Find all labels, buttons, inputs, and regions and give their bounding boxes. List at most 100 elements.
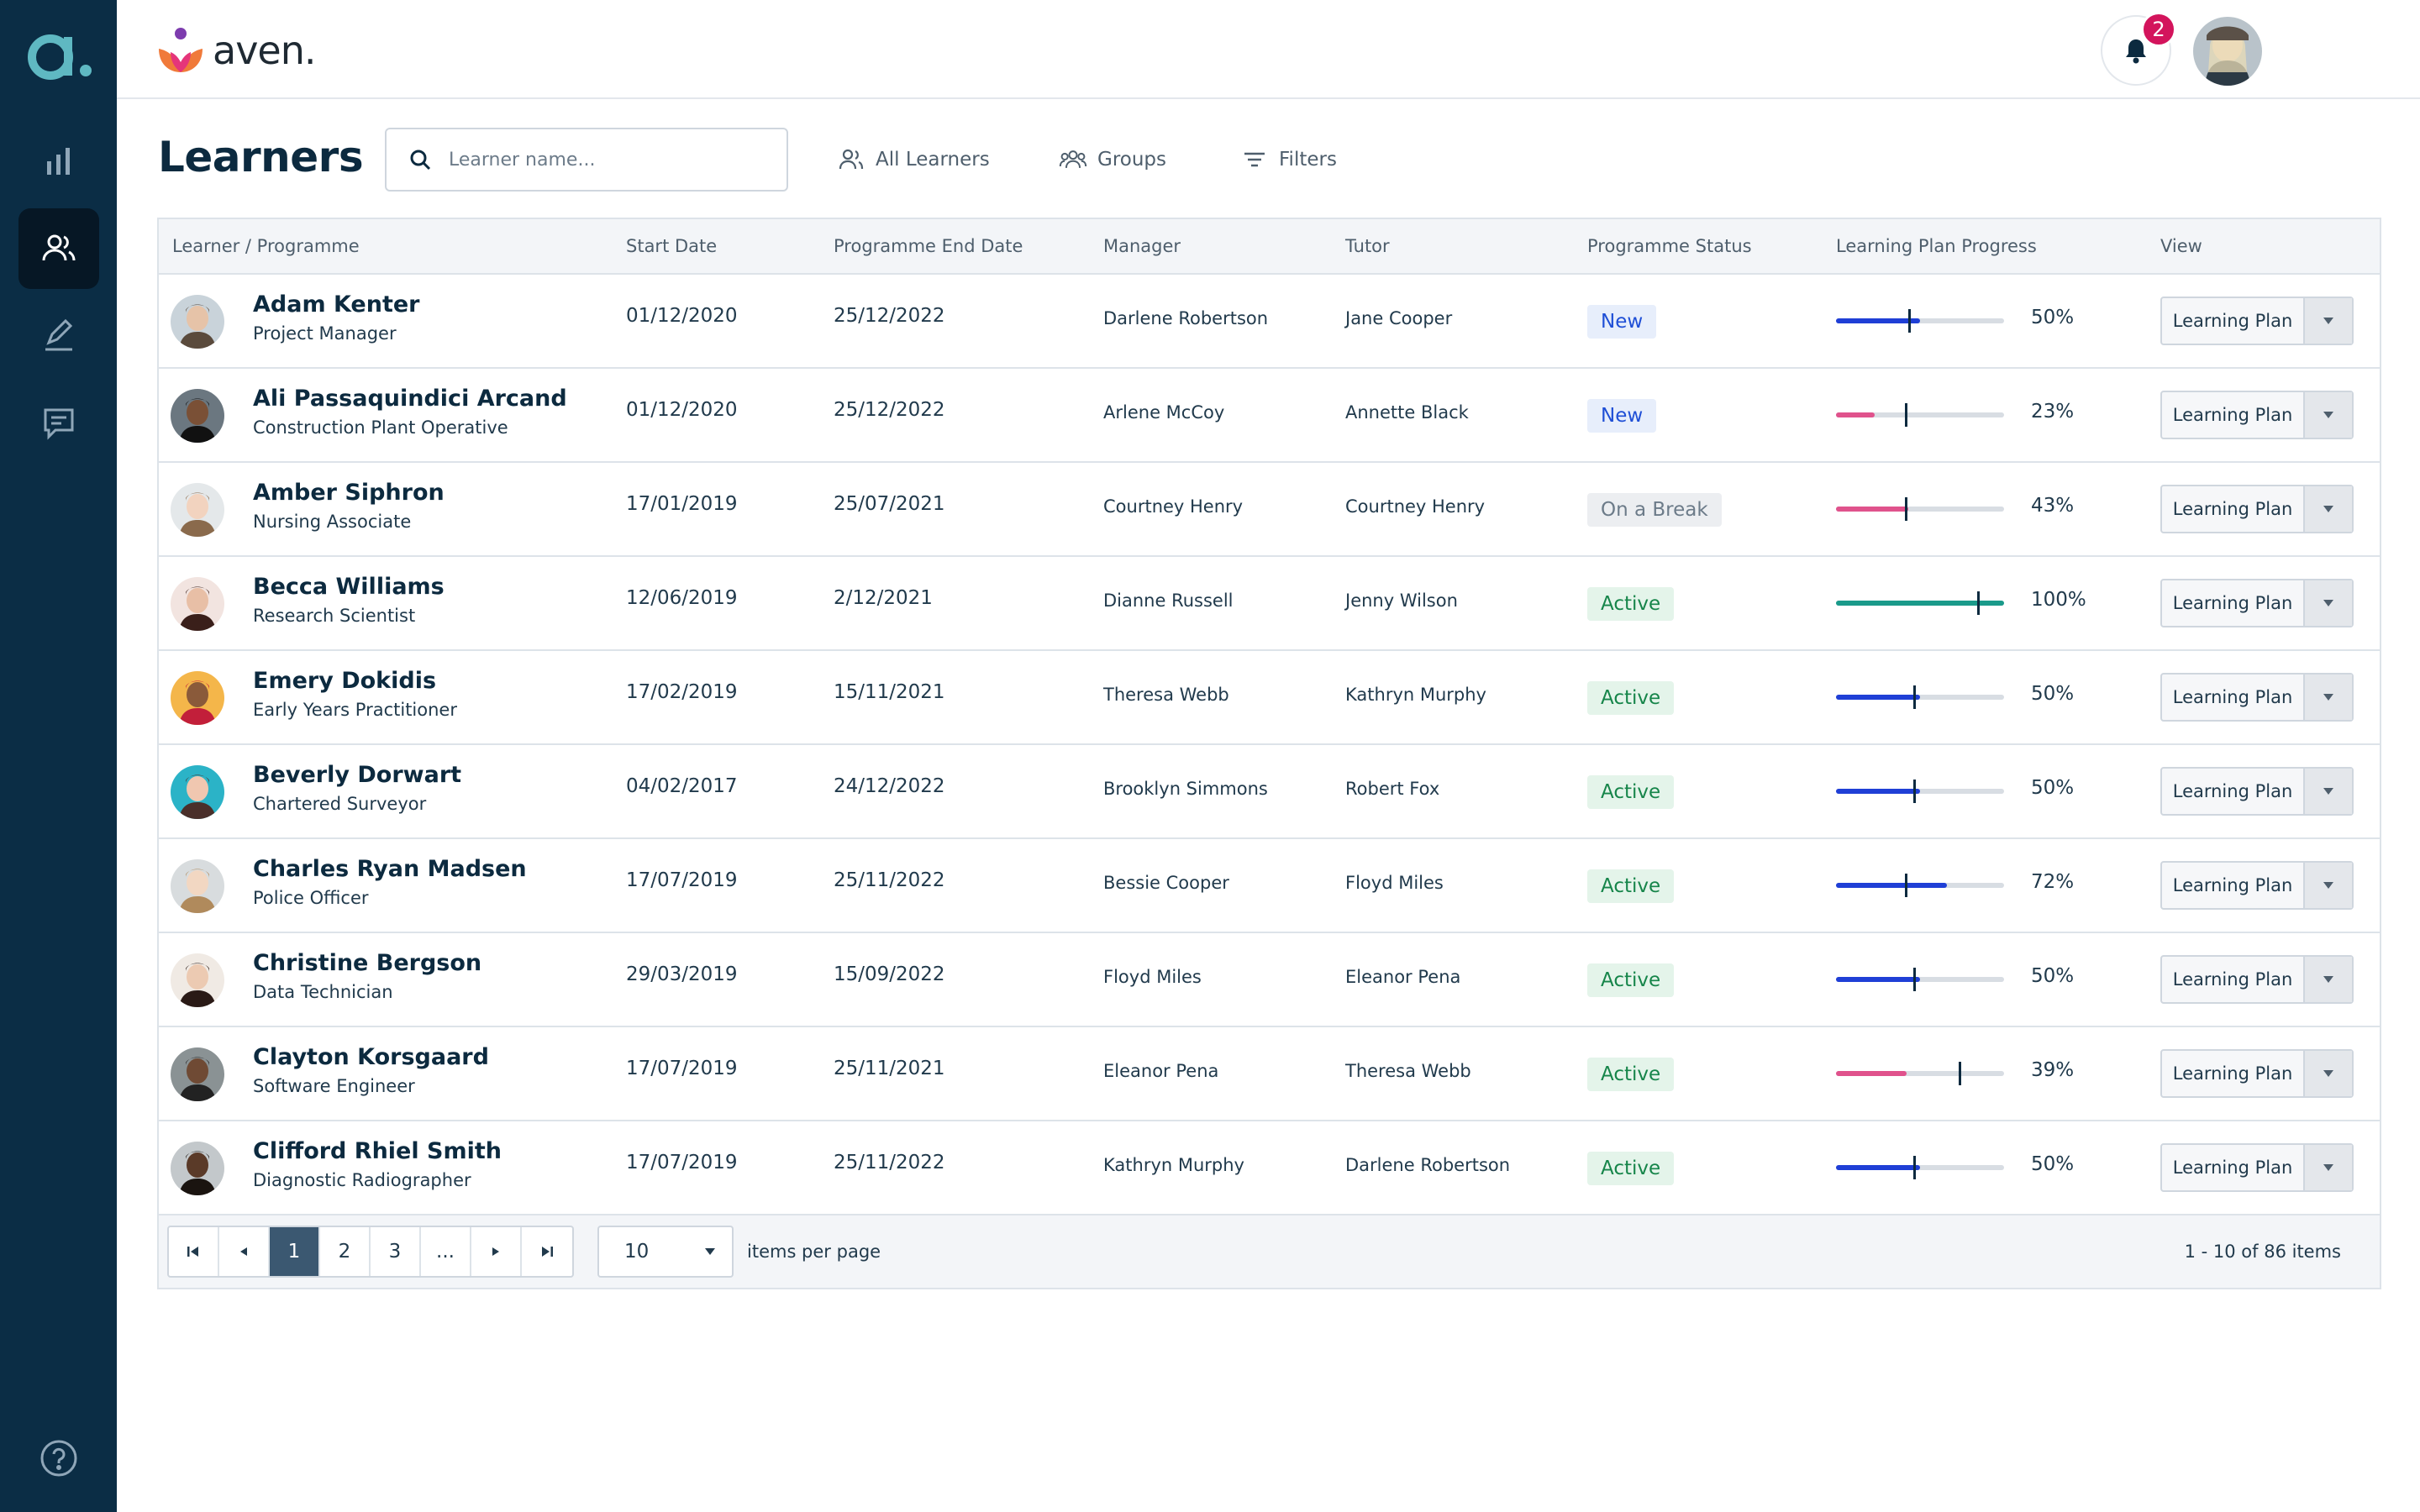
more-pages-button[interactable]: ... — [421, 1227, 471, 1276]
table-row[interactable]: Amber Siphron Nursing Associate 17/01/2019… — [159, 463, 2380, 557]
learner-avatar[interactable] — [171, 483, 224, 537]
end-date: 15/11/2021 — [834, 681, 945, 703]
learner-name[interactable]: Charles Ryan Madsen — [253, 856, 527, 882]
items-per-page-select[interactable]: 10 — [597, 1226, 734, 1278]
brand[interactable]: aven. — [155, 25, 316, 76]
table-row[interactable]: Charles Ryan Madsen Police Officer 17/07/2… — [159, 839, 2380, 933]
table-row[interactable]: Emery Dokidis Early Years Practitioner 17/… — [159, 651, 2380, 745]
table-row[interactable]: Adam Kenter Project Manager 01/12/2020 25/1… — [159, 275, 2380, 369]
groups-button[interactable]: Groups — [1059, 141, 1166, 178]
view-learning-plan-button[interactable]: Learning Plan — [2160, 485, 2354, 533]
learner-photo — [171, 483, 224, 537]
learner-name[interactable]: Emery Dokidis — [253, 668, 436, 694]
view-learning-plan-button[interactable]: Learning Plan — [2160, 391, 2354, 439]
table-row[interactable]: Beverly Dorwart Chartered Surveyor 04/02/2… — [159, 745, 2380, 839]
prev-page-button[interactable] — [219, 1227, 270, 1276]
chevron-down-icon — [705, 1248, 715, 1255]
view-learning-plan-button[interactable]: Learning Plan — [2160, 861, 2354, 910]
user-avatar[interactable] — [2193, 17, 2262, 86]
view-dropdown-toggle[interactable] — [2303, 298, 2352, 344]
filter-icon — [1244, 152, 1265, 167]
app-logo-icon[interactable] — [25, 24, 94, 82]
learner-name[interactable]: Ali Passaquindici Arcand — [253, 386, 567, 412]
learner-name[interactable]: Beverly Dorwart — [253, 762, 461, 788]
learner-name[interactable]: Adam Kenter — [253, 291, 420, 318]
table-row[interactable]: Ali Passaquindici Arcand Construction Pla… — [159, 369, 2380, 463]
page-3-button[interactable]: 3 — [371, 1227, 421, 1276]
manager-name: Courtney Henry — [1103, 496, 1244, 517]
col-tutor[interactable]: Tutor — [1345, 236, 1390, 256]
learner-name[interactable]: Christine Bergson — [253, 950, 481, 976]
nav-assessments[interactable] — [18, 296, 99, 376]
learner-avatar[interactable] — [171, 953, 224, 1007]
progress-fill — [1836, 1165, 1920, 1170]
view-learning-plan-button[interactable]: Learning Plan — [2160, 955, 2354, 1004]
col-start-date[interactable]: Start Date — [626, 236, 717, 256]
col-status[interactable]: Programme Status — [1587, 236, 1752, 256]
end-date: 25/11/2022 — [834, 1152, 945, 1173]
progress-target-marker — [1959, 1062, 1961, 1085]
learner-photo — [171, 295, 224, 349]
tutor-name: Theresa Webb — [1345, 1061, 1471, 1081]
view-learning-plan-button[interactable]: Learning Plan — [2160, 579, 2354, 627]
tutor-name: Floyd Miles — [1345, 873, 1444, 893]
learner-search-input[interactable] — [449, 149, 768, 171]
nav-dashboard[interactable] — [18, 121, 99, 202]
learner-avatar[interactable] — [171, 1047, 224, 1101]
first-page-button[interactable] — [169, 1227, 219, 1276]
col-progress[interactable]: Learning Plan Progress — [1836, 236, 2037, 256]
next-page-button[interactable] — [471, 1227, 522, 1276]
view-learning-plan-button[interactable]: Learning Plan — [2160, 767, 2354, 816]
last-page-button[interactable] — [522, 1227, 572, 1276]
learner-name[interactable]: Amber Siphron — [253, 480, 445, 506]
learner-programme: Software Engineer — [253, 1076, 415, 1096]
nav-help[interactable] — [18, 1418, 99, 1499]
start-date: 12/06/2019 — [626, 587, 738, 609]
view-dropdown-toggle[interactable] — [2303, 392, 2352, 438]
table-row[interactable]: Becca Williams Research Scientist 12/06/20… — [159, 557, 2380, 651]
learner-name[interactable]: Clayton Korsgaard — [253, 1044, 489, 1070]
view-dropdown-toggle[interactable] — [2303, 1145, 2352, 1190]
learner-avatar[interactable] — [171, 765, 224, 819]
view-learning-plan-button[interactable]: Learning Plan — [2160, 1143, 2354, 1192]
table-row[interactable]: Clayton Korsgaard Software Engineer 17/07/… — [159, 1027, 2380, 1121]
view-learning-plan-button[interactable]: Learning Plan — [2160, 297, 2354, 345]
view-learning-plan-button[interactable]: Learning Plan — [2160, 673, 2354, 722]
view-dropdown-toggle[interactable] — [2303, 957, 2352, 1002]
end-date: 25/11/2021 — [834, 1058, 945, 1079]
progress-fill — [1836, 883, 1947, 888]
filters-button[interactable]: Filters — [1240, 141, 1337, 178]
progress-bar — [1836, 1156, 2004, 1179]
tutor-name: Kathryn Murphy — [1345, 685, 1486, 705]
progress-percent: 100% — [2031, 589, 2086, 611]
view-dropdown-toggle[interactable] — [2303, 1051, 2352, 1096]
view-dropdown-toggle[interactable] — [2303, 863, 2352, 908]
col-learner[interactable]: Learner / Programme — [172, 236, 360, 256]
brand-name: aven. — [213, 28, 316, 73]
start-date: 17/07/2019 — [626, 1058, 738, 1079]
page-2-button[interactable]: 2 — [320, 1227, 371, 1276]
view-dropdown-toggle[interactable] — [2303, 486, 2352, 532]
view-learning-plan-button[interactable]: Learning Plan — [2160, 1049, 2354, 1098]
learner-avatar[interactable] — [171, 295, 224, 349]
view-dropdown-toggle[interactable] — [2303, 769, 2352, 814]
nav-learners[interactable] — [18, 208, 99, 289]
learner-avatar[interactable] — [171, 577, 224, 631]
table-row[interactable]: Christine Bergson Data Technician 29/03/20… — [159, 933, 2380, 1027]
nav-messages[interactable] — [18, 383, 99, 464]
view-dropdown-toggle[interactable] — [2303, 675, 2352, 720]
learner-avatar[interactable] — [171, 859, 224, 913]
learner-avatar[interactable] — [171, 1142, 224, 1195]
learner-name[interactable]: Becca Williams — [253, 574, 445, 600]
last-page-icon — [542, 1247, 553, 1257]
users-icon — [839, 149, 864, 170]
learner-avatar[interactable] — [171, 671, 224, 725]
col-end-date[interactable]: Programme End Date — [834, 236, 1023, 256]
page-1-button[interactable]: 1 — [270, 1227, 320, 1276]
view-dropdown-toggle[interactable] — [2303, 580, 2352, 626]
all-learners-button[interactable]: All Learners — [837, 141, 990, 178]
learner-name[interactable]: Clifford Rhiel Smith — [253, 1138, 502, 1164]
learner-avatar[interactable] — [171, 389, 224, 443]
col-manager[interactable]: Manager — [1103, 236, 1181, 256]
table-row[interactable]: Clifford Rhiel Smith Diagnostic Radiograp… — [159, 1121, 2380, 1215]
